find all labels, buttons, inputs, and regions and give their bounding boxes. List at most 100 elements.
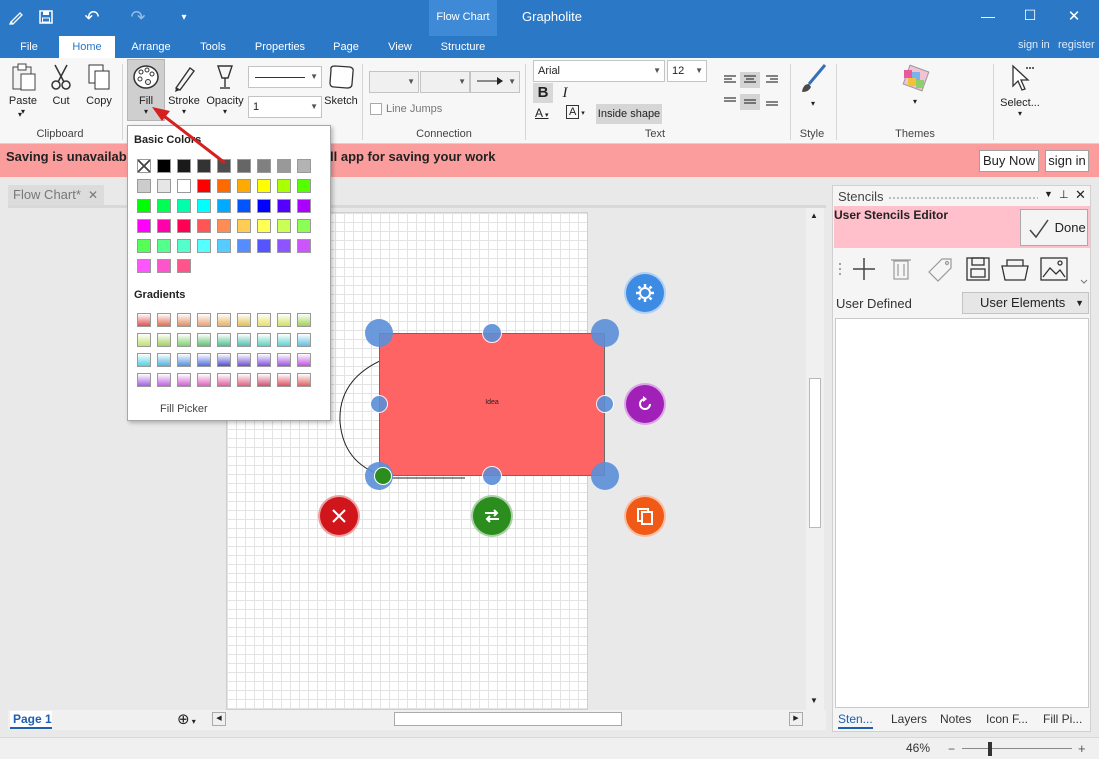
connection-start-combo[interactable]: ▼ xyxy=(369,71,419,93)
cut-button[interactable]: Cut xyxy=(46,62,76,107)
zoom-in-icon[interactable]: + xyxy=(1078,741,1086,756)
color-swatch[interactable] xyxy=(217,219,231,233)
tab-arrange[interactable]: Arrange xyxy=(124,36,178,58)
gradient-swatch[interactable] xyxy=(177,313,191,327)
color-swatch[interactable] xyxy=(297,199,311,213)
gradient-swatch[interactable] xyxy=(137,373,151,387)
horizontal-scroll-thumb[interactable] xyxy=(394,712,622,726)
done-button[interactable]: Done xyxy=(1020,209,1088,246)
delete-action-button[interactable] xyxy=(318,495,360,537)
color-swatch[interactable] xyxy=(137,259,151,273)
connection-point[interactable] xyxy=(374,467,392,485)
customize-qat-icon[interactable]: ▾ xyxy=(172,6,196,28)
tab-layers[interactable]: Layers xyxy=(891,712,927,726)
color-swatch[interactable] xyxy=(217,199,231,213)
tab-fill-picker[interactable]: Fill Pi... xyxy=(1043,712,1082,726)
user-elements-dropdown[interactable]: User Elements ▼ xyxy=(962,292,1089,314)
panel-close-icon[interactable]: ✕ xyxy=(1075,187,1086,203)
color-swatch[interactable] xyxy=(277,199,291,213)
idea-shape[interactable]: Idea xyxy=(379,333,605,476)
close-button[interactable]: ✕ xyxy=(1054,7,1094,25)
gradient-swatch[interactable] xyxy=(137,313,151,327)
gradient-swatch[interactable] xyxy=(277,353,291,367)
gradient-swatch[interactable] xyxy=(177,353,191,367)
resize-handle-bottom[interactable] xyxy=(482,466,502,486)
gradient-swatch[interactable] xyxy=(277,373,291,387)
color-swatch[interactable] xyxy=(177,199,191,213)
resize-handle-top-left[interactable] xyxy=(365,319,393,347)
copy-button[interactable]: Copy xyxy=(83,62,115,107)
tab-structure[interactable]: Structure xyxy=(432,36,494,58)
rotate-action-button[interactable] xyxy=(624,383,666,425)
resize-handle-bottom-right[interactable] xyxy=(591,462,619,490)
color-swatch[interactable] xyxy=(137,179,151,193)
gradient-swatch[interactable] xyxy=(137,333,151,347)
bold-button[interactable]: B xyxy=(533,83,553,103)
color-swatch[interactable] xyxy=(197,219,211,233)
scroll-up-icon[interactable]: ▲ xyxy=(810,211,818,220)
scroll-right-icon[interactable]: ▶ xyxy=(789,712,803,726)
gradient-swatch[interactable] xyxy=(297,373,311,387)
gradient-swatch[interactable] xyxy=(137,353,151,367)
gradient-swatch[interactable] xyxy=(277,313,291,327)
undo-icon[interactable]: ↶ xyxy=(80,6,104,28)
font-color-button[interactable]: A ▾ xyxy=(535,106,559,120)
gradient-swatch[interactable] xyxy=(257,353,271,367)
color-swatch[interactable] xyxy=(297,179,311,193)
inside-shape-button[interactable]: Inside shape xyxy=(596,104,662,124)
swap-action-button[interactable] xyxy=(471,495,513,537)
register-link[interactable]: register xyxy=(1058,39,1095,51)
resize-handle-top-right[interactable] xyxy=(591,319,619,347)
color-swatch[interactable] xyxy=(237,199,251,213)
gradient-swatch[interactable] xyxy=(197,333,211,347)
copy-action-button[interactable] xyxy=(624,495,666,537)
select-button[interactable]: Select... ▾ xyxy=(1000,62,1040,118)
minimize-button[interactable]: — xyxy=(968,8,1008,24)
themes-button[interactable]: ▾ xyxy=(898,64,932,106)
color-swatch[interactable] xyxy=(257,199,271,213)
color-swatch[interactable] xyxy=(177,179,191,193)
gradient-swatch[interactable] xyxy=(237,353,251,367)
font-family-combo[interactable]: Arial ▼ xyxy=(533,60,665,82)
font-size-combo[interactable]: 12 ▼ xyxy=(667,60,707,82)
style-button[interactable]: ▾ xyxy=(796,62,830,108)
redo-icon[interactable]: ↷ xyxy=(126,6,150,28)
color-swatch[interactable] xyxy=(297,159,311,173)
gradient-swatch[interactable] xyxy=(177,333,191,347)
gradient-swatch[interactable] xyxy=(217,353,231,367)
color-swatch[interactable] xyxy=(237,179,251,193)
vertical-scroll-thumb[interactable] xyxy=(809,378,821,528)
gradient-swatch[interactable] xyxy=(257,313,271,327)
zoom-slider-thumb[interactable] xyxy=(988,742,992,756)
gradient-swatch[interactable] xyxy=(237,333,251,347)
line-style-combo[interactable]: ▼ xyxy=(248,66,322,88)
arrow-style-combo[interactable]: ▼ xyxy=(470,71,520,93)
color-swatch[interactable] xyxy=(237,219,251,233)
gradient-swatch[interactable] xyxy=(297,333,311,347)
connection-end-combo[interactable]: ▼ xyxy=(420,71,470,93)
gradient-swatch[interactable] xyxy=(257,373,271,387)
text-frame-button[interactable]: A ▾ xyxy=(566,105,592,119)
add-page-button[interactable]: ⊕ ▾ xyxy=(177,710,209,728)
scroll-down-icon[interactable]: ▼ xyxy=(810,696,818,705)
tab-icon-fonts[interactable]: Icon F... xyxy=(986,712,1028,726)
color-swatch[interactable] xyxy=(277,219,291,233)
color-swatch[interactable] xyxy=(157,219,171,233)
tab-tools[interactable]: Tools xyxy=(190,36,236,58)
color-swatch[interactable] xyxy=(137,219,151,233)
tab-view[interactable]: View xyxy=(380,36,420,58)
maximize-button[interactable]: ☐ xyxy=(1010,7,1050,24)
zoom-slider[interactable] xyxy=(962,748,1072,749)
tab-stencils[interactable]: Sten... xyxy=(838,712,873,729)
gradient-swatch[interactable] xyxy=(157,313,171,327)
fill-picker-link[interactable]: Fill Picker xyxy=(160,403,208,415)
color-swatch[interactable] xyxy=(297,219,311,233)
color-swatch[interactable] xyxy=(197,179,211,193)
zoom-out-icon[interactable]: − xyxy=(948,742,955,756)
color-swatch[interactable] xyxy=(157,259,171,273)
opacity-value-combo[interactable]: 1 ▼ xyxy=(248,96,322,118)
gradient-swatch[interactable] xyxy=(157,373,171,387)
gradient-swatch[interactable] xyxy=(217,333,231,347)
color-swatch[interactable] xyxy=(217,239,231,253)
gradient-swatch[interactable] xyxy=(197,353,211,367)
